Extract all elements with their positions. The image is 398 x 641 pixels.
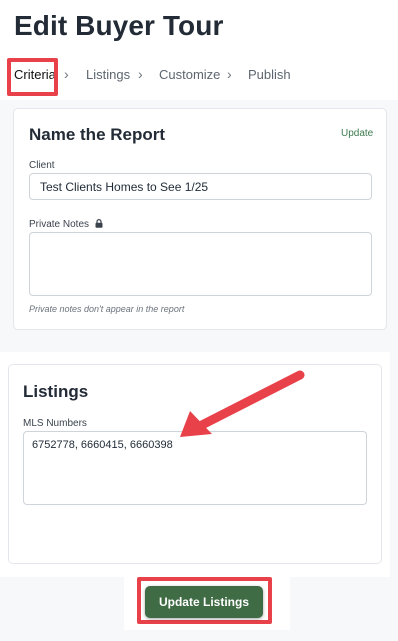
report-name-card: Name the Report Update Client Private No… <box>13 108 387 330</box>
client-label: Client <box>29 160 55 171</box>
mls-numbers-label: MLS Numbers <box>23 418 87 429</box>
lock-icon <box>95 219 103 228</box>
step-publish[interactable]: Publish <box>248 67 291 82</box>
private-notes-textarea[interactable] <box>29 232 372 296</box>
step-customize[interactable]: Customize <box>159 67 220 82</box>
card-title: Listings <box>23 382 89 401</box>
update-listings-button[interactable]: Update Listings <box>145 586 263 618</box>
page-title: Edit Buyer Tour <box>14 10 224 41</box>
private-notes-label: Private Notes <box>29 219 103 230</box>
private-notes-hint: Private notes don't appear in the report <box>29 304 185 314</box>
card-title: Name the Report <box>29 125 166 144</box>
page: Edit Buyer Tour Criteria › Listings › Cu… <box>0 0 398 641</box>
step-listings[interactable]: Listings <box>86 67 130 82</box>
listings-card: Listings MLS Numbers 6752778, 6660415, 6… <box>8 364 382 564</box>
client-input[interactable] <box>29 173 372 200</box>
private-notes-label-text: Private Notes <box>29 219 90 230</box>
chevron-right-icon: › <box>64 66 69 82</box>
header: Edit Buyer Tour Criteria › Listings › Cu… <box>0 0 398 100</box>
step-navigation: Criteria › Listings › Customize › Publis… <box>0 64 398 88</box>
chevron-right-icon: › <box>138 66 143 82</box>
mls-numbers-textarea[interactable]: 6752778, 6660415, 6660398 <box>23 431 367 505</box>
chevron-right-icon: › <box>227 66 232 82</box>
update-link[interactable]: Update <box>341 128 373 139</box>
step-criteria[interactable]: Criteria <box>14 67 56 82</box>
